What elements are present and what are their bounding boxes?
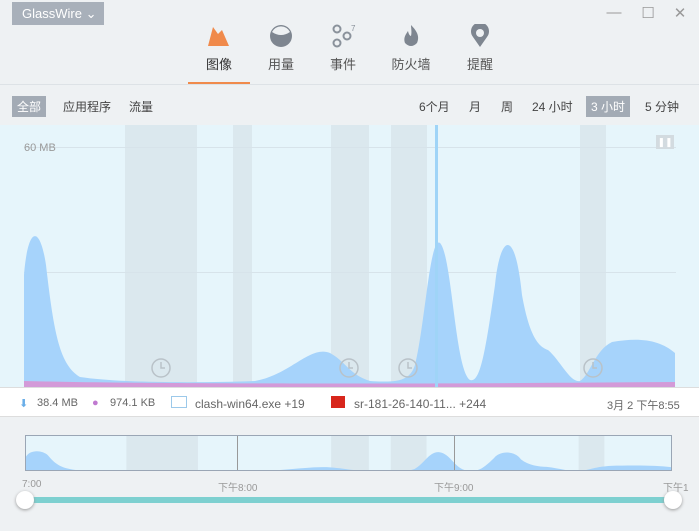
filter-all[interactable]: 全部 [12, 96, 47, 117]
upload-icon: ● [92, 397, 99, 409]
tab-firewall[interactable]: 防火墙 [381, 24, 441, 73]
flag-icon [331, 396, 345, 408]
range-3-hours[interactable]: 3 小时 [586, 96, 631, 117]
slider-end-handle[interactable] [664, 491, 682, 509]
svg-text:7: 7 [351, 24, 356, 33]
app-menu-button[interactable]: GlassWire ⌄ [12, 2, 104, 25]
range-24-hours[interactable]: 24 小时 [527, 96, 578, 117]
location-pin-icon [471, 24, 489, 47]
tab-usage[interactable]: 用量 [251, 24, 311, 73]
minimize-button[interactable]: — [604, 4, 624, 21]
top-app[interactable]: clash-win64.exe +19 [195, 397, 305, 411]
events-icon: 7 [332, 24, 356, 48]
overview-area [26, 436, 671, 470]
fire-icon [404, 25, 419, 46]
tick-label: 下午8:00 [218, 483, 258, 494]
filter-traffic[interactable]: 流量 [124, 96, 158, 117]
timeline-overview[interactable] [25, 435, 672, 471]
tab-label: 用量 [267, 57, 294, 72]
range-month[interactable]: 月 [464, 96, 486, 117]
filter-apps[interactable]: 应用程序 [58, 96, 116, 117]
app-icon [171, 396, 187, 408]
tab-label: 图像 [205, 57, 232, 72]
range-6-months[interactable]: 6个月 [414, 96, 455, 117]
info-bar: ⬇ 38.4 MB ● 974.1 KB clash-win64.exe +19… [0, 387, 699, 417]
maximize-button[interactable]: ☐ [638, 4, 658, 22]
upload-total: 974.1 KB [110, 397, 156, 409]
download-total: 38.4 MB [37, 397, 78, 409]
graph-icon [208, 27, 229, 46]
tab-alerts[interactable]: 提醒 [450, 24, 510, 73]
app-title: GlassWire [22, 6, 82, 21]
traffic-graph[interactable]: 60 MB ❚❚ [0, 125, 699, 387]
tab-events[interactable]: 7 事件 [313, 24, 373, 73]
tab-graph[interactable]: 图像 [189, 24, 249, 73]
tab-label: 防火墙 [391, 57, 431, 72]
divider [0, 84, 699, 85]
selected-time: 3月 2 下午8:55 [607, 400, 680, 412]
close-button[interactable]: ✕ [670, 4, 690, 22]
download-icon: ⬇ [19, 398, 29, 410]
range-5-minutes[interactable]: 5 分钟 [640, 96, 684, 117]
tab-label: 提醒 [466, 57, 493, 72]
chevron-down-icon: ⌄ [85, 6, 97, 21]
tick-label: 7:00 [22, 479, 42, 490]
usage-icon [270, 25, 292, 47]
slider-start-handle[interactable] [16, 491, 34, 509]
range-week[interactable]: 周 [496, 96, 518, 117]
tick-label: 下午9:00 [434, 483, 474, 494]
time-range-slider[interactable] [25, 497, 670, 503]
tab-label: 事件 [329, 57, 356, 72]
traffic-area [24, 125, 675, 387]
top-host[interactable]: sr-181-26-140-11... +244 [354, 397, 486, 411]
